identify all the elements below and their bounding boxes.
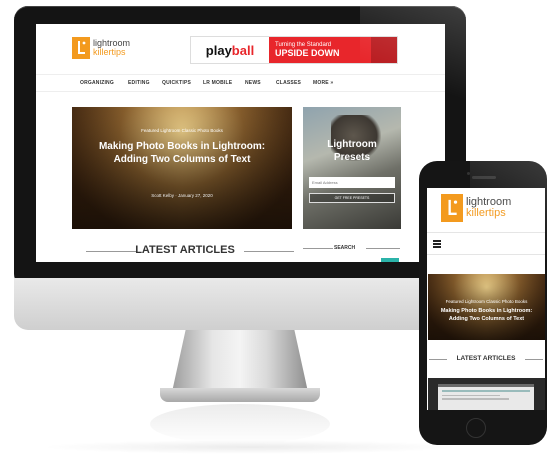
presets-title-line1: Lightroom xyxy=(327,139,377,150)
imac-stand-foot xyxy=(160,388,320,402)
get-presets-button[interactable]: GET FREE PRESETS xyxy=(309,193,395,203)
imac-reflection xyxy=(150,404,330,444)
imac-chin xyxy=(14,278,466,330)
mobile-article-thumbnail[interactable] xyxy=(428,378,545,410)
logo-text: lightroom killertips xyxy=(93,39,130,57)
ad-brand: play ball xyxy=(191,37,269,63)
mobile-logo-icon xyxy=(441,194,463,222)
ad-message: Turning the Standard UPSIDE DOWN xyxy=(269,37,371,63)
mobile-latest-divider-left xyxy=(429,359,447,360)
nav-editing[interactable]: EDITING xyxy=(128,80,150,86)
hamburger-icon[interactable] xyxy=(433,240,441,248)
search-divider-right xyxy=(366,248,400,249)
featured-article-image[interactable]: Featured Lightroom Classic Photo Books M… xyxy=(72,107,292,229)
mobile-hero-tags[interactable]: Featured Lightroom Classic Photo Books xyxy=(428,299,545,304)
imac-stand-neck xyxy=(172,330,308,392)
home-button[interactable] xyxy=(466,418,486,438)
mobile-latest-divider-right xyxy=(525,359,543,360)
nav-more[interactable]: MORE » xyxy=(313,80,333,86)
thumbnail-window xyxy=(438,384,534,410)
nav-lr-mobile[interactable]: LR MOBILE xyxy=(203,80,232,86)
site-logo[interactable]: lightroom killertips xyxy=(72,37,130,59)
search-heading: SEARCH xyxy=(334,245,356,251)
nav-organizing[interactable]: ORGANIZING xyxy=(80,80,114,86)
ad-cta xyxy=(371,37,397,63)
hero-tags[interactable]: Featured Lightroom Classic Photo Books xyxy=(72,128,292,133)
phone-glare xyxy=(470,161,547,271)
ad-brand-a: play xyxy=(205,42,232,58)
nav-classes[interactable]: CLASSES xyxy=(276,80,301,86)
latest-articles-heading: LATEST ARTICLES xyxy=(135,244,235,256)
search-divider-left xyxy=(303,248,333,249)
hero-meta: Scott Kelby · January 27, 2020 xyxy=(151,193,213,198)
mobile-hero-title-line1[interactable]: Making Photo Books in Lightroom: xyxy=(428,308,545,314)
hero-title-line1[interactable]: Making Photo Books in Lightroom: xyxy=(72,141,292,152)
presets-title-line2: Presets xyxy=(333,152,371,163)
latest-divider-right xyxy=(244,251,294,252)
ad-line2: UPSIDE DOWN xyxy=(275,48,340,58)
hero-shade xyxy=(72,107,292,229)
mobile-hero-title-line2[interactable]: Adding Two Columns of Text xyxy=(428,316,545,322)
presets-widget: Lightroom Presets GET FREE PRESETS xyxy=(303,107,401,229)
mobile-latest-articles-heading: LATEST ARTICLES xyxy=(456,355,516,362)
mobile-featured-image[interactable]: Featured Lightroom Classic Photo Books M… xyxy=(428,274,545,340)
ad-banner[interactable]: play ball Turning the Standard UPSIDE DOW… xyxy=(190,36,398,64)
main-nav: ORGANIZING EDITING QUICKTIPS LR MOBILE N… xyxy=(36,74,445,92)
nav-quicktips[interactable]: QUICKTIPS xyxy=(162,80,191,86)
logo-line2: killertips xyxy=(93,47,126,57)
nav-news[interactable]: NEWS xyxy=(245,80,261,86)
hero-title-line2[interactable]: Adding Two Columns of Text xyxy=(72,154,292,165)
search-accent xyxy=(381,258,399,262)
floor-shadow xyxy=(40,440,460,454)
latest-divider-left xyxy=(86,251,136,252)
logo-icon xyxy=(72,37,90,59)
desktop-screen: lightroom killertips play ball Turning th… xyxy=(36,24,445,262)
ad-brand-b: ball xyxy=(231,42,255,58)
email-input[interactable] xyxy=(309,177,395,188)
mobile-hero-shade xyxy=(428,274,545,340)
